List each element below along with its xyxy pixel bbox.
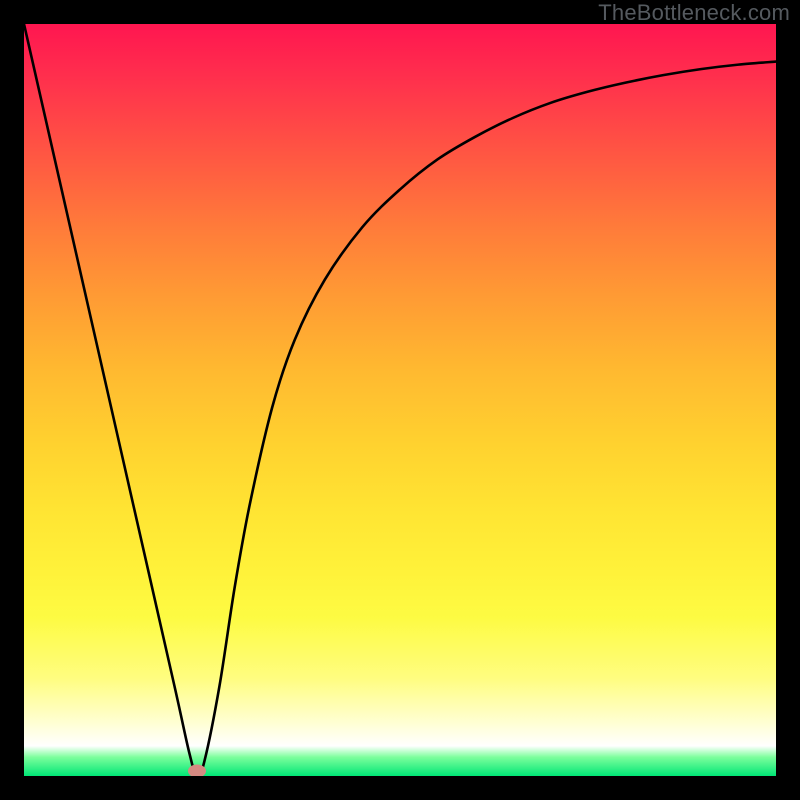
bottleneck-curve [24,24,776,776]
optimum-marker [188,765,206,776]
plot-area [24,24,776,776]
chart-stage: TheBottleneck.com [0,0,800,800]
watermark-text: TheBottleneck.com [598,0,790,26]
